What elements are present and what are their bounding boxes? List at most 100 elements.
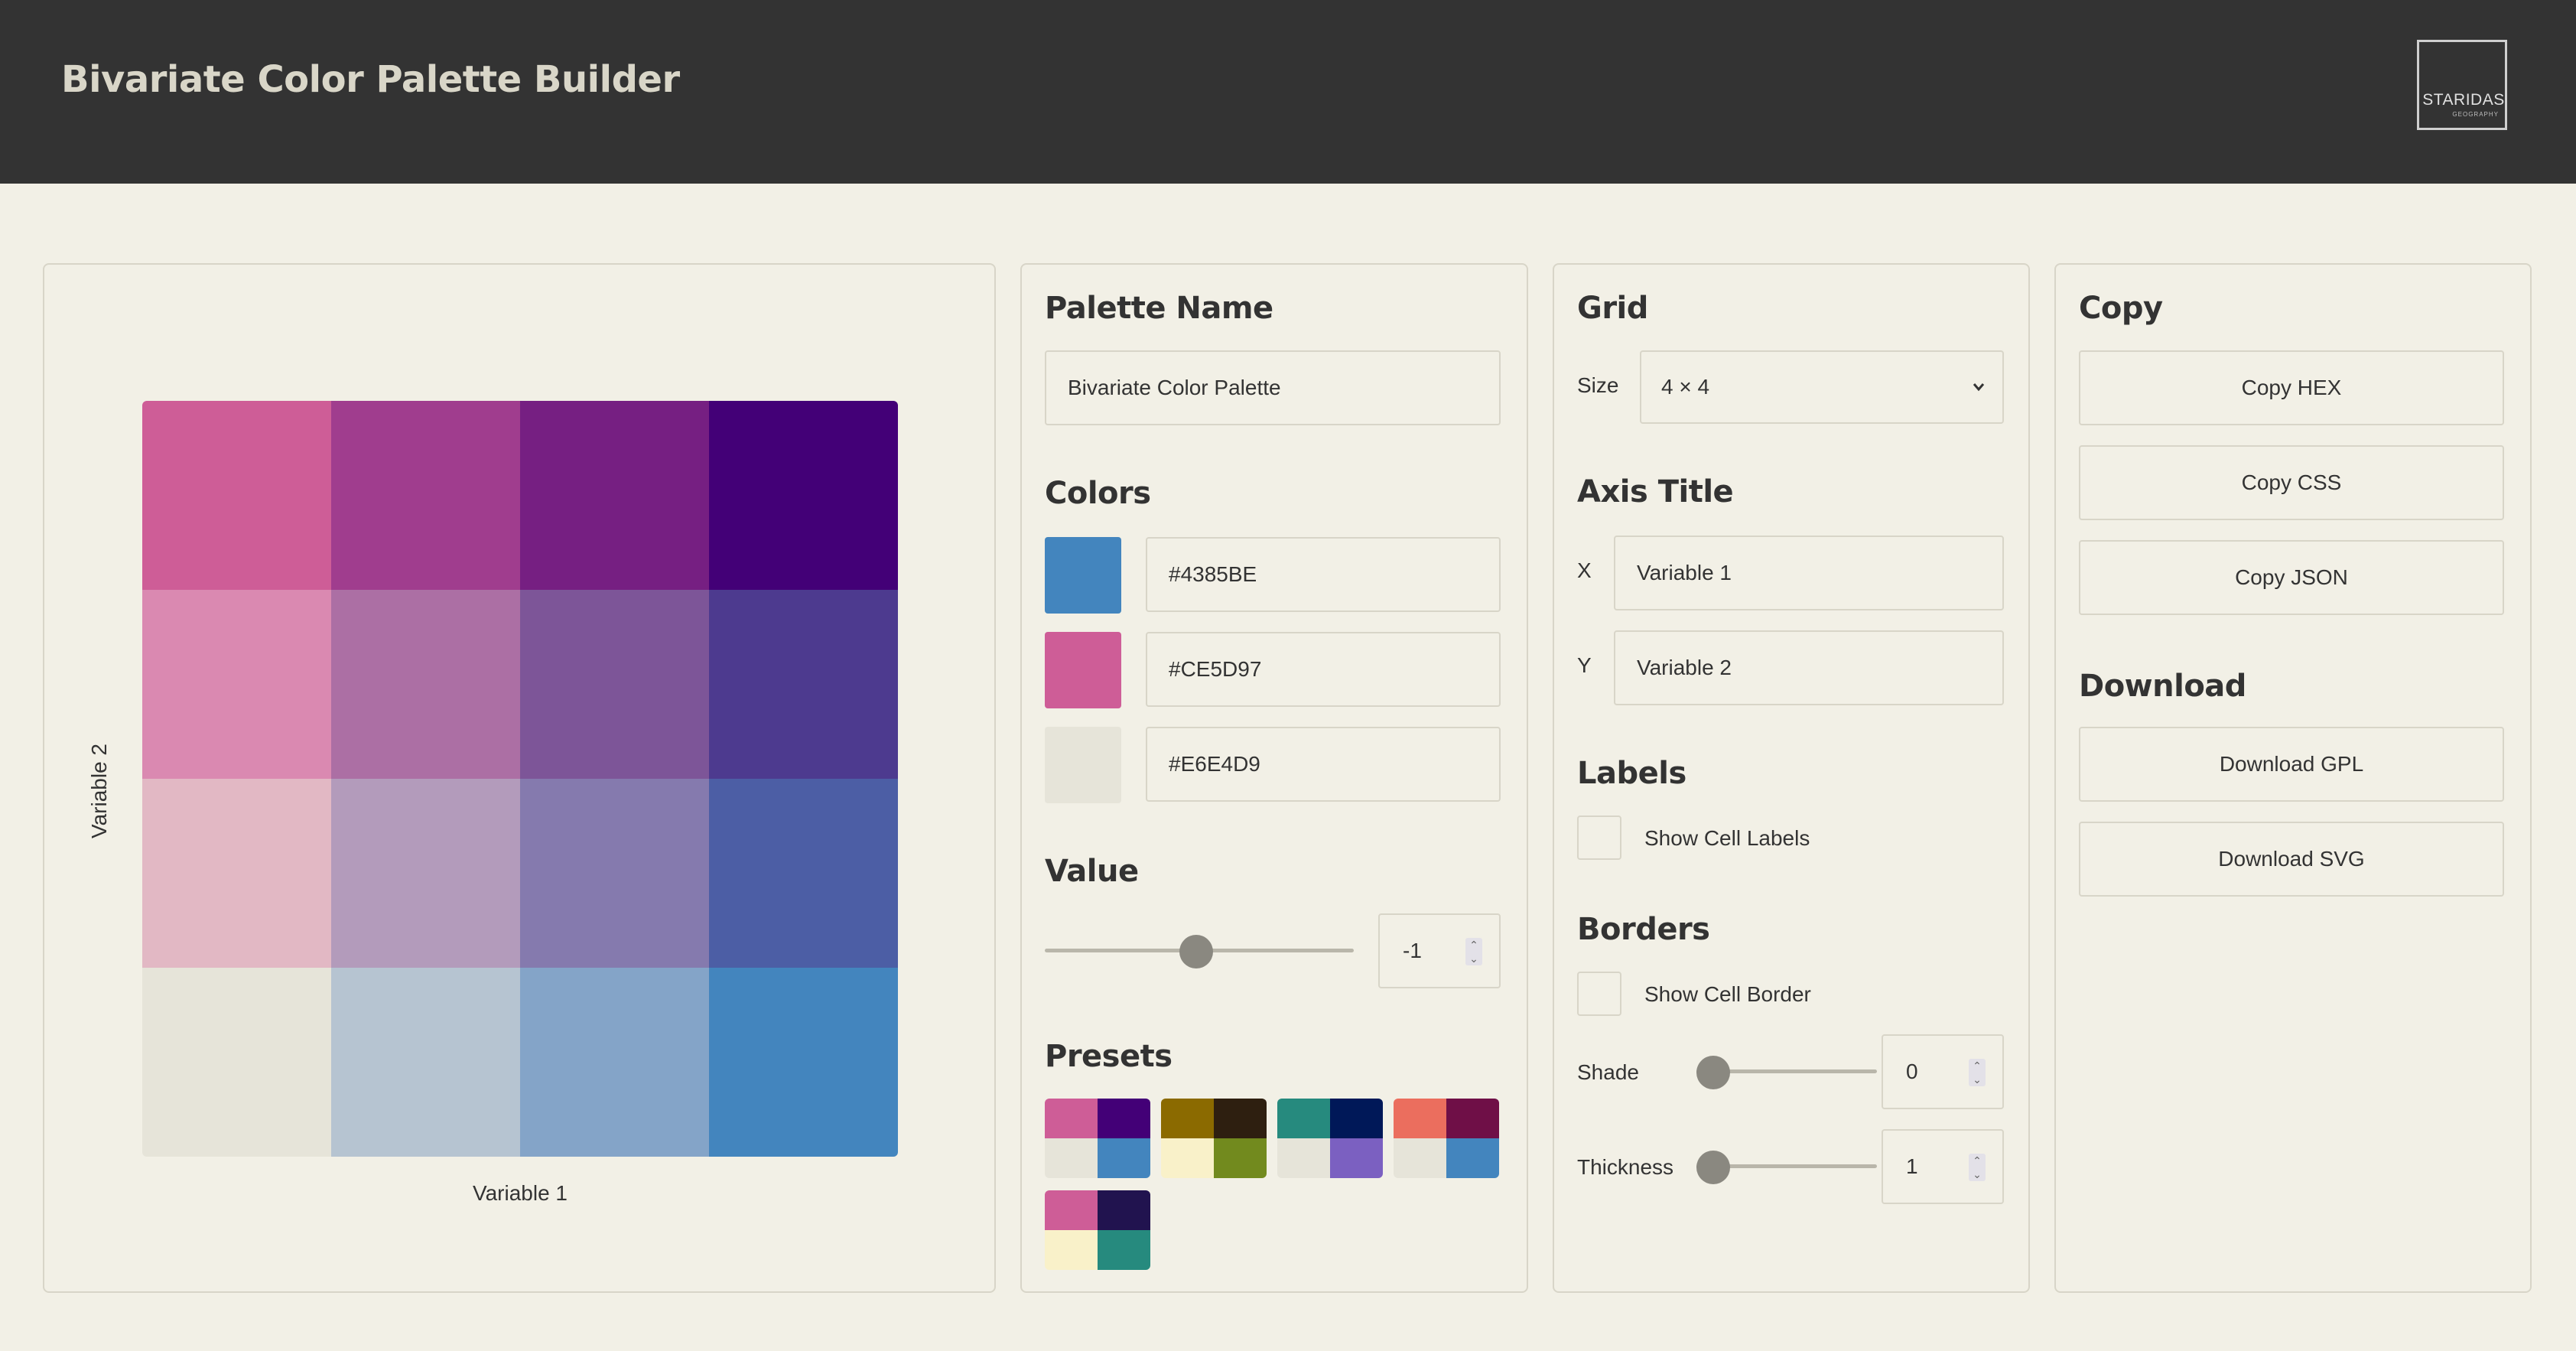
y-axis-title: Variable 2 — [87, 744, 111, 839]
preset-color — [1446, 1099, 1499, 1138]
show-cell-border-label[interactable]: Show Cell Border — [1644, 982, 1811, 1007]
value-heading: Value — [1045, 854, 1139, 889]
thickness-number-input[interactable]: 1 ⌃ ⌄ — [1882, 1129, 2004, 1204]
thickness-slider-thumb[interactable] — [1696, 1151, 1730, 1184]
preset-color — [1098, 1099, 1150, 1138]
show-cell-labels-checkbox[interactable] — [1577, 815, 1621, 860]
preset-swatch[interactable] — [1161, 1099, 1267, 1178]
staridas-logo[interactable]: STARIDAS GEOGRAPHY — [2417, 40, 2507, 130]
legend-cell — [709, 968, 898, 1157]
legend-cell — [142, 779, 331, 968]
preset-color — [1394, 1138, 1446, 1178]
color-swatch-y[interactable] — [1045, 632, 1121, 708]
legend-cell — [142, 590, 331, 779]
borders-heading: Borders — [1577, 912, 1710, 947]
color-hex-input-y[interactable]: #CE5D97 — [1146, 632, 1501, 707]
presets-heading: Presets — [1045, 1039, 1173, 1074]
preset-color — [1330, 1099, 1383, 1138]
preset-color — [1330, 1138, 1383, 1178]
preset-swatch[interactable] — [1045, 1190, 1150, 1270]
legend-cell — [331, 779, 520, 968]
legend-cell — [520, 401, 709, 590]
color-swatch-base[interactable] — [1045, 727, 1121, 803]
color-swatch-x[interactable] — [1045, 537, 1121, 614]
show-cell-labels-label[interactable]: Show Cell Labels — [1644, 826, 1810, 851]
legend-cell — [142, 968, 331, 1157]
preset-color — [1045, 1138, 1098, 1178]
x-axis-title: Variable 1 — [472, 1181, 568, 1205]
copy-heading: Copy — [2079, 291, 2163, 326]
preset-color — [1098, 1230, 1150, 1270]
legend-cell — [142, 401, 331, 590]
shade-slider[interactable] — [1696, 1056, 1877, 1089]
legend-cell — [520, 968, 709, 1157]
export-panel: Copy Copy HEX Copy CSS Copy JSON Downloa… — [2054, 263, 2532, 1293]
legend-cell — [520, 590, 709, 779]
x-axis-label: X — [1577, 558, 1592, 582]
y-axis-label: Y — [1577, 653, 1592, 677]
thickness-slider[interactable] — [1696, 1151, 1877, 1184]
preset-color — [1161, 1138, 1214, 1178]
palette-name-input[interactable]: Bivariate Color Palette — [1045, 350, 1501, 425]
legend-cell — [331, 968, 520, 1157]
x-axis-title-input[interactable]: Variable 1 — [1614, 536, 2004, 610]
shade-number-text: 0 — [1906, 1060, 1918, 1083]
preset-color — [1277, 1099, 1330, 1138]
copy-json-button[interactable]: Copy JSON — [2079, 540, 2504, 615]
preset-color — [1098, 1138, 1150, 1178]
copy-hex-button[interactable]: Copy HEX — [2079, 350, 2504, 425]
thickness-label: Thickness — [1577, 1155, 1674, 1179]
labels-heading: Labels — [1577, 756, 1686, 791]
shade-label: Shade — [1577, 1060, 1639, 1084]
shade-number-input[interactable]: 0 ⌃ ⌄ — [1882, 1034, 2004, 1109]
value-number-input[interactable]: -1 ⌃ ⌄ — [1378, 913, 1501, 988]
preset-color — [1045, 1099, 1098, 1138]
shade-slider-thumb[interactable] — [1696, 1056, 1730, 1089]
preset-swatch[interactable] — [1045, 1099, 1150, 1178]
palette-panel: Palette Name Bivariate Color Palette Col… — [1020, 263, 1528, 1293]
thickness-number-text: 1 — [1906, 1154, 1918, 1178]
chevron-down-icon — [1973, 383, 1985, 392]
axis-title-heading: Axis Title — [1577, 474, 1734, 509]
value-slider[interactable] — [1045, 935, 1354, 968]
preset-color — [1098, 1190, 1150, 1230]
grid-heading: Grid — [1577, 291, 1648, 326]
preset-color — [1446, 1138, 1499, 1178]
preset-color — [1214, 1138, 1267, 1178]
copy-css-button[interactable]: Copy CSS — [2079, 445, 2504, 520]
preset-swatch[interactable] — [1277, 1099, 1383, 1178]
preset-color — [1045, 1230, 1098, 1270]
bivariate-legend-grid — [142, 401, 898, 1157]
shade-spinner-icon[interactable]: ⌃ ⌄ — [1969, 1059, 1986, 1086]
download-gpl-button[interactable]: Download GPL — [2079, 727, 2504, 802]
legend-cell — [520, 779, 709, 968]
preset-color — [1161, 1099, 1214, 1138]
app-header: Bivariate Color Palette Builder STARIDAS… — [0, 0, 2576, 184]
color-hex-input-base[interactable]: #E6E4D9 — [1146, 727, 1501, 802]
preview-panel: Variable 1 Variable 2 — [43, 263, 996, 1293]
legend-cell — [331, 401, 520, 590]
preset-color — [1214, 1099, 1267, 1138]
size-label: Size — [1577, 373, 1619, 397]
colors-heading: Colors — [1045, 476, 1151, 511]
legend-cell — [331, 590, 520, 779]
download-svg-button[interactable]: Download SVG — [2079, 822, 2504, 897]
legend-cell — [709, 401, 898, 590]
app-title: Bivariate Color Palette Builder — [61, 58, 680, 101]
preset-color — [1394, 1099, 1446, 1138]
value-spinner-icon[interactable]: ⌃ ⌄ — [1465, 938, 1482, 965]
legend-cell — [709, 590, 898, 779]
grid-size-value: 4 × 4 — [1661, 375, 1710, 399]
preset-color — [1045, 1190, 1098, 1230]
grid-size-select[interactable]: 4 × 4 — [1640, 350, 2004, 424]
thickness-spinner-icon[interactable]: ⌃ ⌄ — [1969, 1154, 1986, 1181]
value-slider-thumb[interactable] — [1179, 935, 1213, 968]
value-number-text: -1 — [1403, 939, 1422, 962]
y-axis-title-input[interactable]: Variable 2 — [1614, 630, 2004, 705]
preset-color — [1277, 1138, 1330, 1178]
show-cell-border-checkbox[interactable] — [1577, 972, 1621, 1016]
palette-name-heading: Palette Name — [1045, 291, 1273, 326]
preset-swatch[interactable] — [1394, 1099, 1499, 1178]
grid-settings-panel: Grid Size 4 × 4 Axis Title X Variable 1 … — [1553, 263, 2030, 1293]
color-hex-input-x[interactable]: #4385BE — [1146, 537, 1501, 612]
